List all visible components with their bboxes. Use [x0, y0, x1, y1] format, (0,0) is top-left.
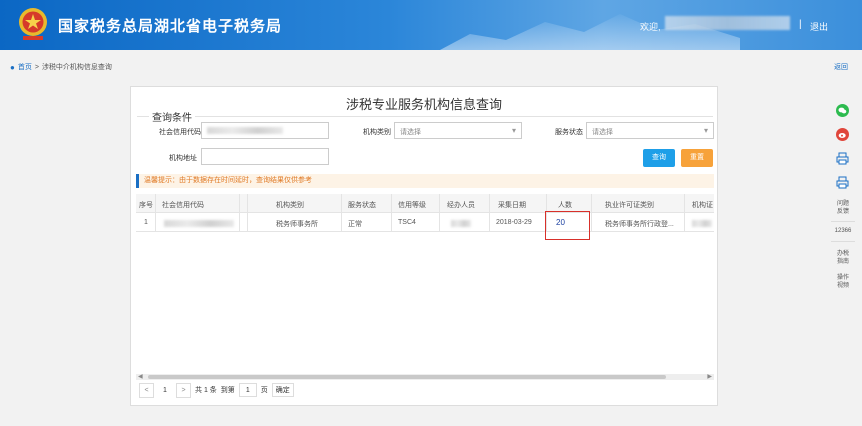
col-divider — [247, 194, 248, 232]
cell-type: 税务师事务所 — [276, 221, 318, 228]
total-count: 共 1 条 — [195, 387, 217, 394]
scroll-right-arrow-icon[interactable]: ▶ — [707, 373, 712, 380]
address-input[interactable] — [201, 148, 329, 165]
col-divider — [155, 194, 156, 232]
warm-tip: 温馨提示：由于数据存在时间延时，查询结果仅供参考 — [136, 174, 714, 188]
feedback-link[interactable]: 问题 反馈 — [828, 200, 858, 216]
query-conditions-legend: 查询条件 — [149, 109, 195, 124]
credit-code-input[interactable] — [201, 122, 329, 139]
credit-code-label: 社会信用代码 — [159, 129, 201, 136]
header-separator: | — [799, 19, 802, 30]
scrollbar-thumb[interactable] — [148, 375, 666, 379]
col-divider — [439, 194, 440, 232]
query-button[interactable]: 查询 — [643, 149, 675, 167]
header-type: 机构类别 — [276, 202, 304, 209]
col-divider — [239, 194, 240, 232]
results-table: 序号 社会信用代码 机构类别 服务状态 信用等级 经办人员 采集日期 人数 执业… — [136, 194, 714, 234]
table-horizontal-scrollbar[interactable]: ◀ ▶ — [136, 374, 714, 380]
header-index: 序号 — [139, 202, 153, 209]
weibo-icon[interactable] — [836, 128, 849, 141]
cell-status: 正常 — [348, 221, 362, 228]
welcome-text: 欢迎, — [640, 22, 661, 32]
count-highlight-box — [545, 211, 590, 240]
address-label: 机构地址 — [169, 155, 197, 162]
redacted-username — [665, 16, 790, 30]
header-credit-level: 信用等级 — [398, 202, 426, 209]
scroll-left-arrow-icon[interactable]: ◀ — [138, 373, 143, 380]
prev-page-button[interactable]: < — [139, 382, 154, 398]
next-page-button[interactable]: > — [176, 382, 191, 398]
wechat-icon[interactable] — [836, 104, 849, 117]
col-divider — [489, 194, 490, 232]
sidebar-divider — [831, 241, 855, 242]
status-label: 服务状态 — [555, 129, 583, 136]
goto-confirm-button[interactable]: 确定 — [271, 383, 294, 397]
redacted-handler-cell — [451, 220, 471, 227]
guide-link[interactable]: 办税 指南 — [828, 250, 858, 266]
page-number-1[interactable]: 1 — [158, 383, 172, 397]
logout-link[interactable]: 退出 — [810, 20, 828, 33]
location-pin-icon: ● — [10, 62, 15, 72]
header-license: 执业许可证类别 — [605, 202, 654, 209]
header-credit-code: 社会信用代码 — [162, 202, 204, 209]
header-date: 采集日期 — [498, 202, 526, 209]
reset-button[interactable]: 重置 — [681, 149, 713, 167]
site-header: 国家税务总局湖北省电子税务局 欢迎, | 退出 — [0, 0, 862, 50]
col-divider — [341, 194, 342, 232]
fieldset-border — [137, 116, 713, 117]
hotline-text[interactable]: 12366 — [828, 227, 858, 235]
type-select[interactable]: 请选择 — [394, 122, 522, 139]
page-title: 涉税专业服务机构信息查询 — [345, 97, 502, 112]
col-divider — [591, 194, 592, 232]
breadcrumb-separator: > — [34, 63, 39, 71]
tax-emblem-icon — [19, 8, 47, 40]
cell-index: 1 — [144, 219, 148, 226]
redacted-credit-code-cell — [164, 220, 234, 227]
redacted-credit-code — [207, 127, 283, 134]
back-link[interactable]: 返回 — [834, 62, 848, 72]
cell-license: 税务师事务所行政登... — [605, 221, 674, 228]
goto-page-input[interactable]: 1 — [238, 383, 257, 397]
header-status: 服务状态 — [348, 202, 376, 209]
header-count: 人数 — [558, 202, 572, 209]
breadcrumb-home[interactable]: 首页 — [18, 62, 32, 72]
col-divider — [684, 194, 685, 232]
breadcrumb: ● 首页 > 涉税中介机构信息查询 — [10, 62, 112, 72]
cell-credit-level: TSC4 — [398, 219, 416, 226]
sidebar-divider — [831, 221, 855, 222]
header-handler: 经办人员 — [447, 202, 475, 209]
type-label: 机构类别 — [363, 129, 391, 136]
cell-date: 2018-03-29 — [496, 219, 532, 226]
col-divider — [391, 194, 392, 232]
status-select[interactable]: 请选择 — [586, 122, 714, 139]
manual-link[interactable]: 操作 视频 — [828, 274, 858, 290]
page-unit: 页 — [260, 387, 268, 394]
site-title: 国家税务总局湖北省电子税务局 — [58, 17, 283, 35]
redacted-org-cert-cell — [692, 220, 712, 227]
breadcrumb-current: 涉税中介机构信息查询 — [41, 64, 112, 71]
header-org-cert: 机构证 — [692, 202, 713, 209]
goto-label: 到第 — [220, 387, 235, 394]
pagination: < 1 > 共 1 条 到第 1 页 确定 — [139, 382, 294, 398]
print-icon[interactable] — [836, 176, 849, 189]
query-panel: 涉税专业服务机构信息查询 查询条件 社会信用代码 机构类别 请选择 服务状态 请… — [130, 86, 718, 406]
print-icon[interactable] — [836, 152, 849, 165]
